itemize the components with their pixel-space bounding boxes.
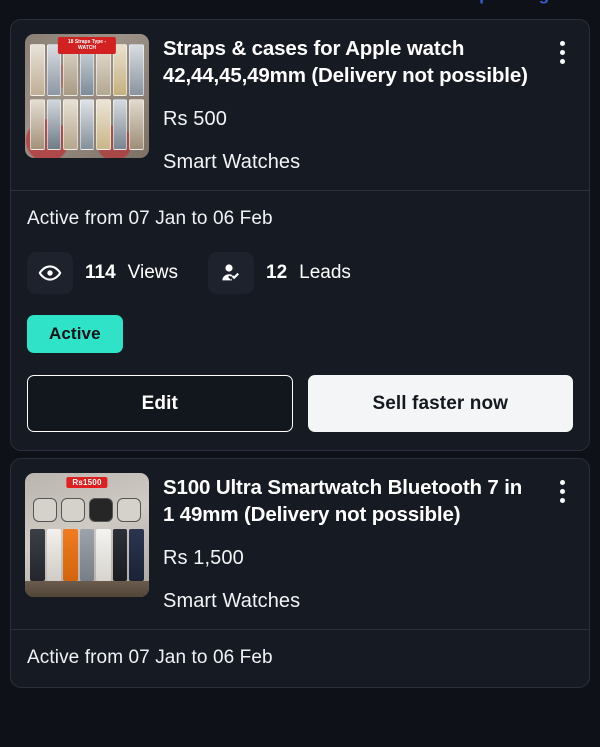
listing-info: S100 Ultra Smartwatch Bluetooth 7 in 1 4…	[163, 473, 535, 613]
kebab-dot-icon	[559, 489, 565, 495]
thumbnail-price-tag: Rs1500	[66, 477, 108, 489]
eye-icon	[27, 252, 73, 295]
section-header-title: Discounts on bundles	[16, 0, 211, 6]
status-badge: Active	[27, 315, 123, 354]
listing-price: Rs 1,500	[163, 547, 244, 570]
thumbnail-base-strip	[25, 581, 149, 598]
sell-faster-now-button[interactable]: Sell faster now	[307, 375, 573, 433]
listing-options-menu-button[interactable]	[549, 473, 575, 507]
stat-views-value: 114	[85, 262, 116, 284]
section-header-action-label: pdate again	[479, 0, 573, 5]
listings-screen: Discounts on bundles pdate again ›	[0, 0, 600, 747]
listing-title: S100 Ultra Smartwatch Bluetooth 7 in 1 4…	[163, 476, 523, 527]
kebab-dot-icon	[559, 50, 565, 55]
edit-button[interactable]: Edit	[27, 375, 293, 433]
kebab-dot-icon	[559, 480, 565, 486]
thumbnail-straps-pattern	[30, 44, 144, 150]
thumbnail-banner-label: 18 Straps Type - WATCH	[57, 37, 117, 54]
stat-leads-value: 12	[266, 262, 288, 284]
kebab-dot-icon	[559, 41, 565, 46]
listing-active-dates: Active from 07 Jan to 06 Feb	[27, 208, 273, 230]
listing-card[interactable]: Rs1500 S100 Ultra Smartwatch Bluetooth 7…	[10, 458, 590, 689]
thumbnail-band-row	[30, 529, 145, 582]
listing-summary: Rs1500 S100 Ultra Smartwatch Bluetooth 7…	[11, 459, 589, 629]
listing-actions: Edit Sell faster now	[27, 375, 573, 433]
listing-performance: Active from 07 Jan to 06 Feb	[11, 630, 589, 687]
listing-options-menu-button[interactable]	[549, 34, 575, 68]
listing-card[interactable]: 18 Straps Type - WATCH Straps & cases fo…	[10, 19, 590, 452]
stat-views-label: Views	[127, 262, 178, 284]
stat-views: 114 Views	[27, 252, 178, 295]
section-header-strip: Discounts on bundles pdate again ›	[0, 0, 600, 12]
stat-leads: 12 Leads	[208, 252, 351, 295]
listing-category: Smart Watches	[163, 151, 301, 174]
listing-price: Rs 500	[163, 108, 227, 131]
listing-performance: Active from 07 Jan to 06 Feb 114 Views 1…	[11, 191, 589, 450]
thumbnail-watch-row	[31, 495, 143, 525]
person-check-icon	[208, 252, 254, 295]
listing-category: Smart Watches	[163, 590, 301, 613]
listing-thumbnail[interactable]: Rs1500	[25, 473, 149, 598]
chevron-right-icon: ›	[580, 0, 584, 3]
listing-info: Straps & cases for Apple watch 42,44,45,…	[163, 34, 535, 174]
listing-stats: 114 Views 12 Leads	[27, 252, 573, 295]
listing-summary: 18 Straps Type - WATCH Straps & cases fo…	[11, 20, 589, 190]
listing-thumbnail[interactable]: 18 Straps Type - WATCH	[25, 34, 149, 158]
listing-active-dates: Active from 07 Jan to 06 Feb	[27, 647, 273, 669]
listing-title: Straps & cases for Apple watch 42,44,45,…	[163, 37, 528, 88]
stat-leads-label: Leads	[299, 262, 351, 284]
kebab-dot-icon	[559, 498, 565, 504]
kebab-dot-icon	[559, 59, 565, 64]
section-header-action[interactable]: pdate again ›	[479, 0, 584, 5]
